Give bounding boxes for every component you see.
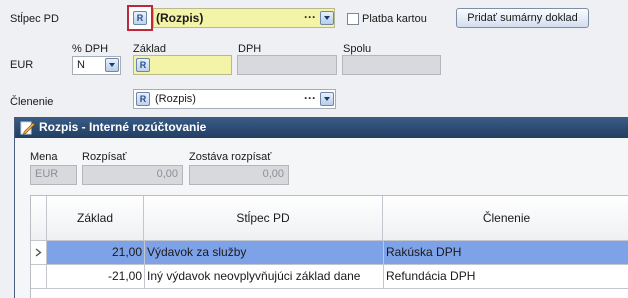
rozpis-dialog: Rozpis - Interné rozúčtovanie Mena Rozpí…: [14, 117, 628, 298]
column-divider: [383, 265, 384, 288]
stlpec-pd-r-icon[interactable]: R: [133, 11, 147, 25]
dph-percent-label: % DPH: [72, 43, 109, 55]
zostava-rozpisat-field: 0,00: [189, 165, 289, 185]
currency-label: EUR: [10, 59, 34, 71]
cell-zaklad[interactable]: 21,00: [47, 241, 142, 263]
spolu-field: [342, 55, 441, 75]
clenenie-more-icon[interactable]: ···: [304, 92, 316, 104]
table-row[interactable]: 21,00 Výdavok za služby Rakúska DPH: [31, 241, 628, 265]
rozpisat-field: 0,00: [82, 165, 183, 185]
rozpisat-label: Rozpísať: [82, 151, 127, 163]
edit-icon: [20, 121, 35, 135]
clenenie-value: (Rozpis): [155, 93, 196, 105]
zaklad-label: Základ: [133, 43, 167, 55]
column-header-clenenie[interactable]: Členenie: [383, 196, 628, 241]
stlpec-pd-label: Stĺpec PD: [10, 13, 59, 25]
cell-stlpec-pd[interactable]: Výdavok za služby: [147, 241, 381, 263]
rozpisat-value: 0,00: [156, 168, 178, 180]
platba-kartou-checkbox[interactable]: [347, 13, 359, 25]
zostava-rozpisat-value: 0,00: [262, 168, 284, 180]
zaklad-r-icon[interactable]: R: [136, 58, 150, 72]
table-row[interactable]: -21,00 Iný výdavok neovplyvňujúci základ…: [31, 265, 628, 289]
mena-value: EUR: [35, 168, 59, 180]
stlpec-pd-dropdown-icon[interactable]: [320, 11, 334, 25]
dph-percent-dropdown-icon[interactable]: [105, 58, 119, 72]
cell-clenenie[interactable]: Refundácia DPH: [386, 265, 626, 287]
stlpec-pd-value: (Rozpis): [156, 11, 204, 25]
dialog-title: Rozpis - Interné rozúčtovanie: [39, 120, 207, 134]
rozpis-table: Základ Stĺpec PD Členenie 21,00 Výdavok …: [30, 195, 628, 298]
dph-field: [237, 55, 337, 75]
cell-zaklad[interactable]: -21,00: [47, 265, 142, 287]
dialog-title-bar[interactable]: Rozpis - Interné rozúčtovanie: [15, 117, 628, 138]
column-divider: [144, 265, 145, 288]
cell-stlpec-pd[interactable]: Iný výdavok neovplyvňujúci základ dane: [147, 265, 381, 287]
column-header-stlpec-pd[interactable]: Stĺpec PD: [144, 196, 383, 241]
dph-percent-value: N: [77, 59, 85, 71]
stlpec-pd-more-icon[interactable]: ···: [304, 11, 316, 23]
row-indicator: [31, 241, 47, 264]
column-divider: [144, 241, 145, 264]
row-pointer-icon: [35, 248, 42, 257]
spolu-label: Spolu: [343, 43, 372, 55]
cell-clenenie[interactable]: Rakúska DPH: [386, 241, 626, 263]
row-indicator: [31, 265, 47, 288]
clenenie-r-icon[interactable]: R: [136, 92, 150, 106]
platba-kartou-label: Platba kartou: [362, 13, 427, 25]
zostava-rozpisat-label: Zostáva rozpísať: [189, 151, 272, 163]
clenenie-label: Členenie: [10, 96, 54, 108]
column-divider: [383, 241, 384, 264]
add-summary-document-button[interactable]: Pridať sumárny doklad: [456, 8, 589, 28]
mena-label: Mena: [30, 151, 58, 163]
column-header-zaklad[interactable]: Základ: [47, 196, 144, 241]
dph-label: DPH: [238, 43, 262, 55]
row-indicator-header: [31, 196, 47, 241]
clenenie-dropdown-icon[interactable]: [320, 92, 334, 106]
mena-field: EUR: [30, 165, 77, 185]
